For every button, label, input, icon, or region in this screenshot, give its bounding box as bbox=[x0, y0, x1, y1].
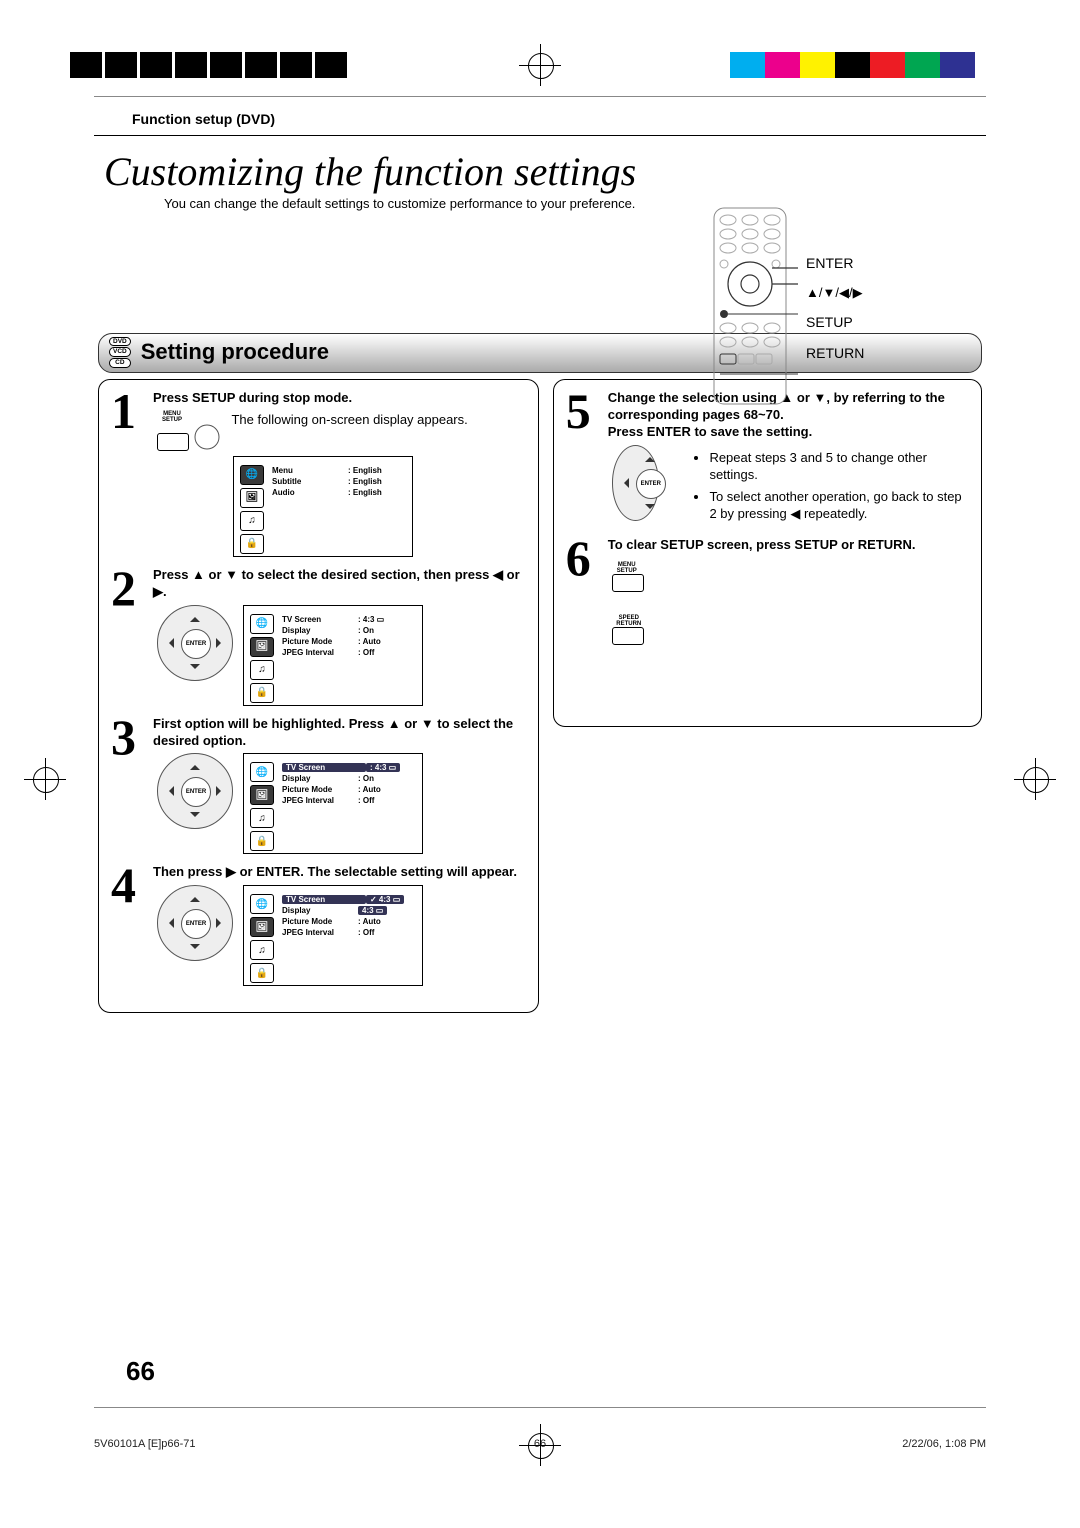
osd-screen-1: 🌐 🖼 ♫ 🔒 Menu: English Subtitle: English bbox=[233, 456, 413, 557]
step-2-heading: Press ▲ or ▼ to select the desired secti… bbox=[153, 567, 526, 601]
picture-icon: 🖼 bbox=[250, 917, 274, 937]
badge-dvd: DVD bbox=[109, 337, 131, 347]
step-3-heading: First option will be highlighted. Press … bbox=[153, 716, 526, 750]
registration-color-bars bbox=[730, 52, 1010, 78]
globe-icon: 🌐 bbox=[250, 762, 274, 782]
callout-return: RETURN bbox=[806, 338, 966, 369]
lock-icon: 🔒 bbox=[250, 683, 274, 703]
osd-screen-2: 🌐 🖼 ♫ 🔒 TV Screen: 4:3 ▭ Display: On Pi bbox=[243, 605, 423, 706]
audio-icon: ♫ bbox=[250, 660, 274, 680]
audio-icon: ♫ bbox=[250, 940, 274, 960]
step-2: 2 Press ▲ or ▼ to select the desired sec… bbox=[111, 567, 526, 706]
setup-button-icon: MENU SETUP bbox=[157, 411, 221, 456]
dpad-icon: ENTER bbox=[157, 605, 233, 681]
color-swatch bbox=[905, 52, 940, 78]
audio-icon: ♫ bbox=[240, 511, 264, 531]
page-title: Customizing the function settings bbox=[104, 148, 986, 195]
callout-arrows: ▲/▼/◀/▶ bbox=[806, 279, 966, 308]
step-number: 5 bbox=[566, 390, 600, 527]
registration-target-bottom-icon bbox=[525, 1430, 555, 1460]
picture-icon: 🖼 bbox=[240, 488, 264, 508]
disc-badges: DVD VCD CD bbox=[109, 337, 131, 368]
setup-button-icon: MENU SETUP bbox=[612, 562, 644, 597]
callout-enter: ENTER bbox=[806, 248, 966, 279]
step-5-notes: Repeat steps 3 and 5 to change other set… bbox=[669, 449, 969, 527]
return-button-icon: SPEED RETURN bbox=[612, 615, 646, 650]
step-5: 5 Change the selection using ▲ or ▼, by … bbox=[566, 390, 969, 527]
step-4-heading: Then press ▶ or ENTER. The selectable se… bbox=[153, 864, 526, 881]
step-6: 6 To clear SETUP screen, press SETUP or … bbox=[566, 537, 969, 650]
left-column: 1 Press SETUP during stop mode. MENU SET… bbox=[98, 379, 539, 1013]
dpad-icon: ENTER bbox=[157, 753, 233, 829]
footer-left: 5V60101A [E]p66-71 bbox=[94, 1438, 196, 1450]
color-swatch bbox=[800, 52, 835, 78]
callout-setup: SETUP bbox=[806, 307, 966, 338]
dpad-icon: ENTER bbox=[157, 885, 233, 961]
lock-icon: 🔒 bbox=[250, 963, 274, 983]
globe-icon: 🌐 bbox=[250, 894, 274, 914]
color-swatch bbox=[975, 52, 1010, 78]
lock-icon: 🔒 bbox=[240, 534, 264, 554]
page-number: 66 bbox=[126, 1356, 155, 1387]
osd-screen-4: 🌐 🖼 ♫ 🔒 TV Screen✓ 4:3 ▭ Display4:3 ▭ P bbox=[243, 885, 423, 986]
badge-vcd: VCD bbox=[109, 347, 131, 357]
step-3: 3 First option will be highlighted. Pres… bbox=[111, 716, 526, 855]
color-swatch bbox=[835, 52, 870, 78]
step-number: 1 bbox=[111, 390, 145, 557]
registration-target-left-icon bbox=[30, 764, 60, 794]
footer-right: 2/22/06, 1:08 PM bbox=[902, 1438, 986, 1450]
divider bbox=[94, 135, 986, 136]
print-registration-top bbox=[70, 50, 1010, 80]
page-content: Function setup (DVD) Customizing the fun… bbox=[94, 96, 986, 1408]
audio-icon: ♫ bbox=[250, 808, 274, 828]
right-column: 5 Change the selection using ▲ or ▼, by … bbox=[553, 379, 982, 727]
step-5-heading-b: Press ENTER to save the setting. bbox=[608, 424, 969, 441]
color-swatch bbox=[940, 52, 975, 78]
step-1-text: The following on-screen display appears. bbox=[231, 411, 467, 429]
globe-icon: 🌐 bbox=[250, 614, 274, 634]
remote-diagram: ENTER ▲/▼/◀/▶ SETUP RETURN bbox=[706, 206, 966, 406]
step-number: 4 bbox=[111, 864, 145, 986]
step-6-heading: To clear SETUP screen, press SETUP or RE… bbox=[608, 537, 969, 554]
registration-target-right-icon bbox=[1020, 764, 1050, 794]
title-block: Customizing the function settings You ca… bbox=[94, 148, 986, 213]
procedure-title: Setting procedure bbox=[141, 339, 329, 365]
step-1: 1 Press SETUP during stop mode. MENU SET… bbox=[111, 390, 526, 557]
step-number: 3 bbox=[111, 716, 145, 855]
step-number: 2 bbox=[111, 567, 145, 706]
dpad-icon: ENTER bbox=[612, 445, 660, 521]
globe-icon: 🌐 bbox=[240, 465, 264, 485]
lock-icon: 🔒 bbox=[250, 831, 274, 851]
section-header: Function setup (DVD) bbox=[94, 111, 986, 135]
step-1-heading: Press SETUP during stop mode. bbox=[153, 390, 526, 407]
registration-black-bars bbox=[70, 52, 350, 78]
remote-icon bbox=[706, 206, 801, 406]
picture-icon: 🖼 bbox=[250, 785, 274, 805]
step-number: 6 bbox=[566, 537, 600, 650]
page-subtitle: You can change the default settings to c… bbox=[104, 195, 664, 213]
step-4: 4 Then press ▶ or ENTER. The selectable … bbox=[111, 864, 526, 986]
color-swatch bbox=[765, 52, 800, 78]
osd-screen-3: 🌐 🖼 ♫ 🔒 TV Screen: 4:3 ▭ Display: On Pi bbox=[243, 753, 423, 854]
remote-callouts: ENTER ▲/▼/◀/▶ SETUP RETURN bbox=[806, 206, 966, 369]
registration-target-icon bbox=[525, 50, 555, 80]
badge-cd: CD bbox=[109, 358, 131, 368]
color-swatch bbox=[870, 52, 905, 78]
color-swatch bbox=[730, 52, 765, 78]
picture-icon: 🖼 bbox=[250, 637, 274, 657]
